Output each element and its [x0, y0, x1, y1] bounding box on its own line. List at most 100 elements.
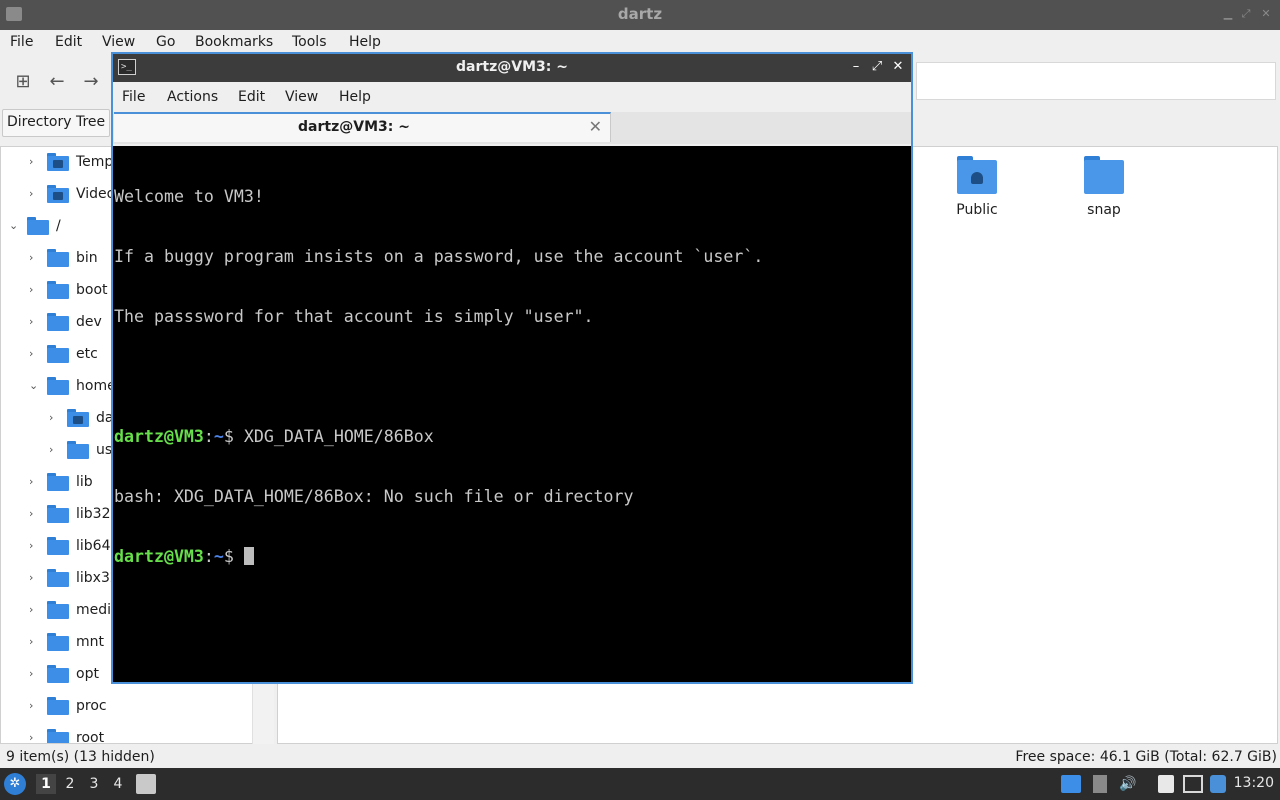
file-manager-task-icon[interactable]	[136, 774, 156, 794]
tree-item-label: lib	[76, 474, 93, 490]
tree-item-label: us	[96, 442, 113, 458]
maximize-icon[interactable]: ⤢	[870, 59, 884, 75]
minimize-icon[interactable]: ▁	[1222, 8, 1234, 20]
folder-item-label: Public	[956, 202, 998, 218]
tree-item-label: root	[76, 730, 105, 744]
expander-icon[interactable]: ›	[29, 475, 41, 489]
start-menu-icon[interactable]: ✲	[4, 773, 26, 795]
terminal-titlebar[interactable]: >_ dartz@VM3: ~ – ⤢ ✕	[113, 54, 911, 82]
folder-icon	[47, 249, 69, 267]
tree-item[interactable]: › root	[1, 723, 273, 744]
workspace-4[interactable]: 4	[108, 774, 128, 794]
prompt-symbol: $	[223, 547, 234, 566]
expander-open-icon[interactable]: ⌄	[29, 379, 41, 393]
close-icon[interactable]: ✕	[891, 59, 905, 75]
folder-icon	[47, 377, 69, 395]
workspace-1[interactable]: 1	[36, 774, 56, 794]
expander-icon[interactable]: ›	[29, 155, 41, 169]
network-icon[interactable]	[1183, 775, 1203, 793]
close-icon[interactable]: ✕	[1260, 8, 1272, 20]
forward-arrow-icon[interactable]: →	[79, 70, 103, 94]
prompt-symbol: $	[223, 427, 234, 446]
menu-bookmarks[interactable]: Bookmarks	[195, 34, 273, 50]
terminal-output[interactable]: Welcome to VM3! If a buggy program insis…	[113, 146, 911, 682]
clock[interactable]: 13:20	[1234, 775, 1274, 791]
workspace-2[interactable]: 2	[60, 774, 80, 794]
notes-icon[interactable]	[1158, 775, 1174, 793]
expander-icon[interactable]: ›	[29, 571, 41, 585]
expander-icon[interactable]: ›	[29, 251, 41, 265]
folder-icon	[27, 217, 49, 235]
tree-item-label: opt	[76, 666, 99, 682]
folder-icon	[47, 345, 69, 363]
tree-item-label: lib32	[76, 506, 111, 522]
volume-icon[interactable]: 🔊	[1119, 775, 1137, 793]
expander-icon[interactable]: ›	[29, 635, 41, 649]
menu-edit[interactable]: Edit	[55, 34, 82, 50]
expander-icon[interactable]: ›	[49, 411, 61, 425]
folder-icon	[47, 729, 69, 743]
text-cursor	[243, 547, 254, 565]
terminal-line: The passsword for that account is simply…	[114, 307, 594, 326]
tree-item-label: dev	[76, 314, 102, 330]
expander-icon[interactable]: ›	[29, 731, 41, 743]
side-pane-mode-select[interactable]: Directory Tree	[2, 109, 110, 137]
expander-icon[interactable]: ›	[29, 283, 41, 297]
tab-close-icon[interactable]: ✕	[589, 117, 602, 136]
maximize-icon[interactable]: ⤢	[1240, 8, 1252, 20]
terminal-prompt-line: dartz@VM3:~$ XDG_DATA_HOME/86Box	[114, 427, 434, 446]
expander-icon[interactable]: ›	[49, 443, 61, 457]
expander-icon[interactable]: ›	[29, 187, 41, 201]
term-menu-file[interactable]: File	[122, 89, 145, 105]
expander-icon[interactable]: ›	[29, 539, 41, 553]
tree-item-label: home	[76, 378, 116, 394]
expander-icon[interactable]: ›	[29, 347, 41, 361]
file-manager-titlebar[interactable]: dartz ▁ ⤢ ✕	[0, 0, 1280, 30]
folder-icon	[47, 569, 69, 587]
folder-icon	[1084, 156, 1124, 194]
folder-icon	[47, 473, 69, 491]
taskbar: ✲ 1 2 3 4 🔊 13:20	[0, 768, 1280, 800]
workspace-3[interactable]: 3	[84, 774, 104, 794]
terminal-line: Welcome to VM3!	[114, 187, 264, 206]
location-bar[interactable]	[916, 62, 1276, 100]
prompt-path: ~	[213, 547, 224, 566]
term-menu-actions[interactable]: Actions	[167, 89, 218, 105]
terminal-tab[interactable]: dartz@VM3: ~ ✕	[114, 112, 611, 142]
expander-icon[interactable]: ›	[29, 507, 41, 521]
folder-icon	[47, 665, 69, 683]
folder-item-public[interactable]: Public	[927, 150, 1027, 230]
term-menu-view[interactable]: View	[285, 89, 318, 105]
terminal-window: >_ dartz@VM3: ~ – ⤢ ✕ File Actions Edit …	[111, 52, 913, 684]
clipboard-icon[interactable]	[1093, 775, 1107, 793]
menu-help[interactable]: Help	[349, 34, 381, 50]
prompt-command	[234, 547, 244, 566]
prompt-path: ~	[213, 427, 224, 446]
folder-icon	[47, 537, 69, 555]
term-menu-help[interactable]: Help	[339, 89, 371, 105]
menu-file[interactable]: File	[10, 34, 33, 50]
tree-item-label: boot	[76, 282, 108, 298]
show-desktop-icon[interactable]	[1061, 775, 1081, 793]
term-menu-edit[interactable]: Edit	[238, 89, 265, 105]
expander-icon[interactable]: ›	[29, 315, 41, 329]
minimize-icon[interactable]: –	[849, 59, 863, 75]
tree-item-label: /	[56, 218, 61, 234]
folder-icon	[47, 697, 69, 715]
menu-go[interactable]: Go	[156, 34, 175, 50]
menu-tools[interactable]: Tools	[292, 34, 327, 50]
menu-view[interactable]: View	[102, 34, 135, 50]
tree-item-label: Temp	[76, 154, 114, 170]
terminal-line: bash: XDG_DATA_HOME/86Box: No such file …	[114, 487, 634, 506]
back-arrow-icon[interactable]: ←	[45, 70, 69, 94]
expander-open-icon[interactable]: ⌄	[9, 219, 21, 233]
expander-icon[interactable]: ›	[29, 667, 41, 681]
tree-item[interactable]: › proc	[1, 691, 273, 723]
prompt-command: XDG_DATA_HOME/86Box	[233, 427, 434, 446]
new-tab-icon[interactable]: ⊞	[11, 70, 35, 94]
expander-icon[interactable]: ›	[29, 699, 41, 713]
expander-icon[interactable]: ›	[29, 603, 41, 617]
notification-icon[interactable]	[1210, 775, 1226, 793]
folder-item-snap[interactable]: snap	[1054, 150, 1154, 230]
